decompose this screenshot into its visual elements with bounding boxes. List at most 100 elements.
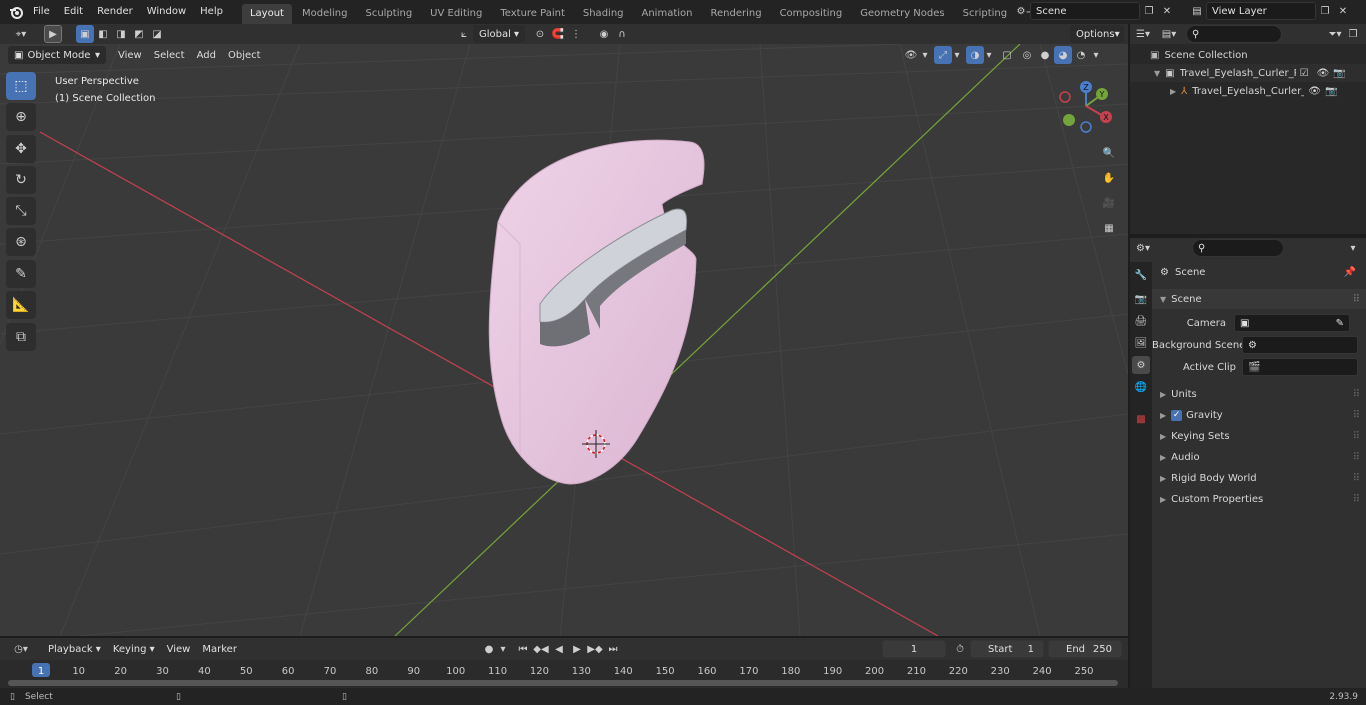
drag-handle-icon[interactable]: ⠿: [1353, 294, 1360, 305]
menu-edit[interactable]: Edit: [57, 0, 90, 24]
outliner-item-object[interactable]: ▶ ⅄ Travel_Eyelash_Curler_Pi 👁 📷: [1130, 82, 1366, 100]
overlays-dropdown-icon[interactable]: ▾: [984, 46, 994, 64]
output-tab-icon[interactable]: 🖨: [1132, 312, 1150, 330]
tab-animation[interactable]: Animation: [634, 4, 701, 24]
filter-icon[interactable]: ⏷▾: [1326, 25, 1344, 43]
blender-logo-icon[interactable]: [6, 3, 26, 21]
select-intersect-icon[interactable]: ◪: [148, 25, 166, 43]
tab-compositing[interactable]: Compositing: [772, 4, 851, 24]
select-box-tool-icon[interactable]: ⬚: [6, 72, 36, 100]
proportional-icon[interactable]: ◉: [595, 25, 613, 43]
snap-icon[interactable]: 🧲: [549, 25, 567, 43]
ortho-grid-icon[interactable]: ▦: [1098, 217, 1120, 239]
tab-layout[interactable]: Layout: [241, 4, 292, 24]
falloff-icon[interactable]: ∩: [613, 25, 631, 43]
new-view-layer-icon[interactable]: ❐: [1316, 2, 1334, 20]
gravity-checkbox[interactable]: ✓: [1171, 409, 1183, 421]
delete-scene-icon[interactable]: ✕: [1158, 2, 1176, 20]
transform-tool-icon[interactable]: ⊛: [6, 228, 36, 256]
eyedropper-icon[interactable]: ✎: [1336, 318, 1344, 329]
options-dropdown[interactable]: Options ▾: [1070, 25, 1124, 43]
start-frame-field[interactable]: Start 1: [970, 640, 1044, 658]
add-cube-tool-icon[interactable]: ⧉: [6, 323, 36, 351]
jump-start-icon[interactable]: ⏮: [514, 640, 532, 658]
rigid-body-world-section[interactable]: ▶ Rigid Body World ⠿: [1152, 468, 1366, 488]
drag-handle-icon[interactable]: ⠿: [1353, 473, 1360, 484]
delete-view-layer-icon[interactable]: ✕: [1334, 2, 1352, 20]
move-tool-icon[interactable]: ✥: [6, 135, 36, 163]
timeline-view-menu[interactable]: View: [161, 640, 197, 658]
scale-tool-icon[interactable]: ⤡: [6, 197, 36, 225]
menu-add[interactable]: Add: [191, 50, 222, 61]
background-scene-field[interactable]: ⚙: [1242, 336, 1358, 354]
checkbox-icon[interactable]: ☑: [1300, 68, 1309, 79]
menu-window[interactable]: Window: [140, 0, 193, 24]
play-reverse-icon[interactable]: ◀: [550, 640, 568, 658]
jump-end-icon[interactable]: ⏭: [604, 640, 622, 658]
measure-tool-icon[interactable]: 📐: [6, 291, 36, 319]
properties-editor-icon[interactable]: ⚙▾: [1134, 239, 1152, 257]
shading-rendered-icon[interactable]: ◔: [1072, 46, 1090, 64]
gravity-section[interactable]: ▶ ✓ Gravity ⠿: [1152, 405, 1366, 425]
drag-handle-icon[interactable]: ⠿: [1353, 410, 1360, 421]
visibility-icon[interactable]: 👁: [902, 46, 920, 64]
menu-file[interactable]: File: [26, 0, 57, 24]
gizmo-toggle-icon[interactable]: ⤢: [934, 46, 952, 64]
next-keyframe-icon[interactable]: ▶◆: [586, 640, 604, 658]
mode-dropdown[interactable]: ▣ Object Mode ▾: [8, 46, 106, 64]
shading-wireframe-icon[interactable]: ◎: [1018, 46, 1036, 64]
new-collection-icon[interactable]: ❐: [1344, 25, 1362, 43]
scene-panel-header[interactable]: ▼ Scene ⠿: [1152, 289, 1366, 309]
tab-uv-editing[interactable]: UV Editing: [422, 4, 490, 24]
select-subtract-icon[interactable]: ◨: [112, 25, 130, 43]
record-icon[interactable]: ●: [480, 640, 498, 658]
tab-modeling[interactable]: Modeling: [294, 4, 356, 24]
outliner-scene-collection[interactable]: ▣ Scene Collection: [1130, 46, 1366, 64]
menu-select[interactable]: Select: [148, 50, 191, 61]
display-mode-icon[interactable]: ▤▾: [1160, 25, 1178, 43]
tab-geometry-nodes[interactable]: Geometry Nodes: [852, 4, 952, 24]
editor-type-icon[interactable]: ⌖▾: [8, 25, 34, 43]
select-invert-icon[interactable]: ◩: [130, 25, 148, 43]
render-camera-icon[interactable]: 📷: [1325, 86, 1337, 97]
drag-handle-icon[interactable]: ⠿: [1353, 389, 1360, 400]
marker-menu[interactable]: Marker: [196, 640, 243, 658]
3d-viewport[interactable]: [0, 44, 1128, 636]
scene-icon[interactable]: ⚙: [1012, 2, 1030, 20]
visibility-dropdown-icon[interactable]: ▾: [920, 46, 930, 64]
outliner-item-collection[interactable]: ▼ ▣ Travel_Eyelash_Curler_Pink_C ☑ 👁 📷: [1130, 64, 1366, 82]
eye-icon[interactable]: 👁: [1317, 68, 1330, 79]
play-icon[interactable]: ▶: [568, 640, 586, 658]
new-scene-icon[interactable]: ❐: [1140, 2, 1158, 20]
eye-icon[interactable]: 👁: [1308, 86, 1321, 97]
shading-dropdown-icon[interactable]: ▾: [1090, 46, 1102, 64]
scene-tab-icon[interactable]: ⚙: [1132, 356, 1150, 374]
tab-texture-paint[interactable]: Texture Paint: [492, 4, 573, 24]
collapse-chevron-icon[interactable]: ▶: [1170, 87, 1176, 96]
view-layer-tab-icon[interactable]: 🖼: [1132, 334, 1150, 352]
tab-rendering[interactable]: Rendering: [702, 4, 769, 24]
orientation-dropdown[interactable]: Global ▾: [473, 25, 525, 43]
record-dropdown-icon[interactable]: ▾: [498, 640, 508, 658]
pivot-icon[interactable]: ⊙: [531, 25, 549, 43]
custom-properties-section[interactable]: ▶ Custom Properties ⠿: [1152, 489, 1366, 509]
select-tool-icon[interactable]: ▶: [44, 25, 62, 43]
end-frame-field[interactable]: End 250: [1048, 640, 1122, 658]
render-camera-icon[interactable]: 📷: [1333, 68, 1345, 79]
shading-material-icon[interactable]: ◕: [1054, 46, 1072, 64]
audio-section[interactable]: ▶ Audio ⠿: [1152, 447, 1366, 467]
camera-field[interactable]: ▣ ✎: [1234, 314, 1350, 332]
expand-chevron-icon[interactable]: ▼: [1154, 69, 1160, 78]
timeline-editor-icon[interactable]: ◷▾: [8, 640, 34, 658]
zoom-icon[interactable]: 🔍: [1098, 142, 1120, 164]
cursor-tool-icon[interactable]: ⊕: [6, 103, 36, 131]
outliner-search-input[interactable]: ⚲: [1186, 25, 1282, 43]
properties-options-icon[interactable]: ▾: [1344, 239, 1362, 257]
scene-name-field[interactable]: Scene: [1030, 2, 1140, 20]
view-layer-field[interactable]: View Layer: [1206, 2, 1316, 20]
timeline-editor[interactable]: ◷▾ Playback ▾ Keying ▾ View Marker ● ▾ ⏮…: [0, 638, 1128, 688]
menu-view[interactable]: View: [112, 50, 148, 61]
gizmo-dropdown-icon[interactable]: ▾: [952, 46, 962, 64]
camera-view-icon[interactable]: 🎥: [1098, 192, 1120, 214]
menu-render[interactable]: Render: [90, 0, 140, 24]
